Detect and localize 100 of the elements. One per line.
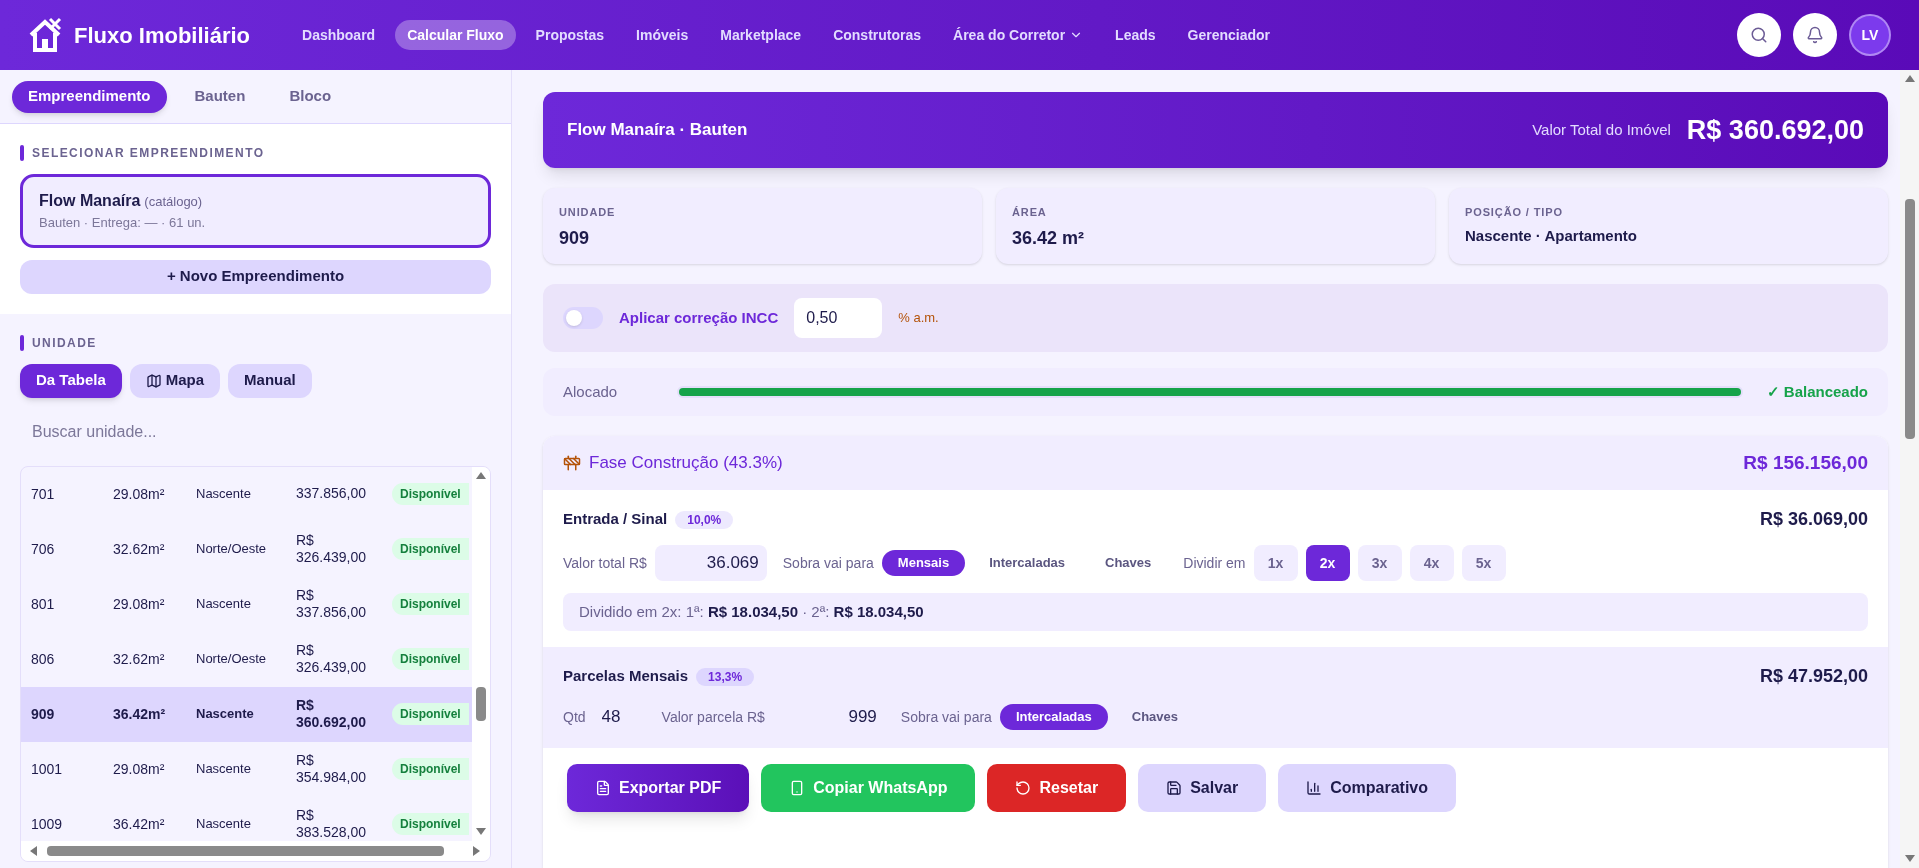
nav-link[interactable]: Dashboard [290, 20, 388, 50]
split-option[interactable]: 4x [1409, 545, 1454, 581]
split-option[interactable]: 5x [1461, 545, 1506, 581]
nav-link[interactable]: Gerenciador [1175, 20, 1283, 50]
unit-row[interactable]: 1001 29.08m² Nascente R$ 354.984,00 Disponível [21, 741, 472, 797]
scrollbar-thumb[interactable] [47, 845, 444, 856]
area-cell-text: 29.08m² [113, 759, 166, 779]
nav-link[interactable]: Construtoras [821, 20, 934, 50]
leftover-option[interactable]: Intercaladas [973, 550, 1082, 576]
action-button[interactable]: Salvar [1138, 764, 1267, 812]
unit-row[interactable]: 909 36.42m² Nascente R$ 360.692,00 Disponível [21, 686, 472, 742]
action-button[interactable]: Exportar PDF [567, 764, 750, 812]
unit-row[interactable]: 706 32.62m² Norte/Oeste R$ 326.439,00 Disponível [21, 521, 472, 577]
scroll-down-arrow-icon[interactable] [476, 826, 486, 837]
info-label: ÁREA [1012, 205, 1048, 220]
status-badge: Disponível [392, 813, 469, 835]
incc-unit: % a.m. [898, 309, 939, 328]
map-icon [145, 372, 162, 389]
search-button[interactable] [1737, 13, 1781, 57]
incc-label: Aplicar correção INCC [619, 307, 779, 328]
scrollbar-thumb[interactable] [1904, 199, 1915, 439]
leftover-option[interactable]: Chaves [1089, 550, 1168, 576]
price-cell-text: R$ 326.439,00 [296, 641, 368, 677]
action-button[interactable]: Comparativo [1278, 764, 1456, 812]
split-option[interactable]: 3x [1357, 545, 1402, 581]
project-tag: (catálogo) [144, 192, 203, 212]
summary-title: Flow Manaíra · Bauten [567, 119, 748, 142]
file-icon [595, 780, 611, 796]
nav-link[interactable]: Marketplace [708, 20, 814, 50]
entrada-value-field[interactable]: 36.069 [654, 545, 767, 581]
info-value: Nascente · Apartamento [1465, 225, 1638, 246]
unit-row[interactable]: 1009 36.42m² Nascente R$ 383.528,00 Disponível [21, 796, 472, 841]
leftover-option[interactable]: Mensais [881, 550, 966, 576]
unit-row[interactable]: 806 32.62m² Norte/Oeste R$ 326.439,00 Disponível [21, 631, 472, 687]
bell-icon [1806, 26, 1824, 44]
nav-link[interactable]: Propostas [523, 20, 617, 50]
unit-search-field[interactable]: Buscar unidade... [20, 409, 491, 454]
field-label: Dividir em [1183, 553, 1246, 573]
sidebar-tab[interactable]: Bauten [178, 80, 262, 113]
vertical-scrollbar[interactable] [472, 466, 490, 841]
area-cell-text: 36.42m² [113, 704, 167, 724]
action-button[interactable]: Resetar [987, 764, 1127, 812]
phase-title: Fase Construção (43.3%) [589, 452, 783, 475]
scroll-right-arrow-icon[interactable] [472, 845, 482, 856]
price-cell-text: R$ 383.528,00 [296, 806, 368, 841]
status-badge: Disponível [392, 483, 469, 505]
nav-link[interactable]: Calcular Fluxo [395, 20, 516, 50]
field-label: Sobra vai para [900, 707, 992, 727]
price-cell-text: R$ 354.984,00 [296, 751, 368, 787]
nav-link[interactable]: Área do Corretor [941, 20, 1096, 50]
unit-cell-text: 1009 [31, 814, 64, 834]
percent-badge: 10,0% [675, 510, 734, 529]
project-meta: Bauten · Entrega: — · 61 un. [39, 214, 207, 232]
unit-source-tab[interactable]: Mapa [129, 363, 221, 398]
user-avatar[interactable]: LV [1849, 14, 1891, 56]
floppy-icon [1166, 780, 1183, 796]
construction-icon [563, 454, 581, 472]
incc-rate-field[interactable]: 0,50 [794, 298, 883, 338]
mensais-title: Parcelas Mensais [563, 666, 689, 687]
scroll-up-arrow-icon[interactable] [1904, 74, 1915, 84]
info-value: 36.42 m² [1012, 226, 1086, 250]
bar-chart-icon [1306, 780, 1323, 796]
entrada-amount: R$ 36.069,00 [1759, 508, 1868, 531]
unit-cell-text: 1001 [31, 759, 64, 779]
split-option[interactable]: 1x [1253, 545, 1298, 581]
sidebar-tab[interactable]: Bloco [273, 80, 348, 113]
position-cell-text: Norte/Oeste [196, 650, 268, 669]
scroll-down-arrow-icon[interactable] [1904, 854, 1915, 864]
area-cell-text: 29.08m² [113, 484, 166, 504]
scrollbar-thumb[interactable] [476, 686, 486, 721]
leftover-option[interactable]: Intercaladas [999, 704, 1108, 730]
incc-toggle[interactable] [563, 307, 603, 329]
scroll-left-arrow-icon[interactable] [29, 845, 39, 856]
position-cell-text: Norte/Oeste [196, 540, 268, 559]
notifications-button[interactable] [1793, 13, 1837, 57]
status-badge: Disponível [392, 593, 469, 615]
info-label: UNIDADE [559, 205, 617, 220]
brand-name: Fluxo Imobiliário [74, 21, 250, 50]
leftover-option[interactable]: Chaves [1115, 704, 1194, 730]
unit-source-tab[interactable]: Manual [228, 363, 312, 398]
horizontal-scrollbar[interactable] [21, 840, 490, 861]
unit-row[interactable]: 701 29.08m² Nascente 337.856,00 Disponível [21, 466, 472, 522]
price-cell-text: R$ 326.439,00 [296, 531, 368, 567]
house-logo-icon [28, 17, 62, 53]
nav-link[interactable]: Leads [1103, 20, 1168, 50]
unit-row[interactable]: 801 29.08m² Nascente R$ 337.856,00 Disponível [21, 576, 472, 632]
page-scrollbar[interactable] [1900, 70, 1919, 868]
unit-source-tab[interactable]: Da Tabela [20, 363, 122, 398]
installment-value-field[interactable]: 999 [772, 702, 885, 732]
position-cell-text: Nascente [196, 485, 252, 504]
sidebar-tab[interactable]: Empreendimento [12, 80, 167, 113]
new-project-button[interactable]: + Novo Empreendimento [20, 259, 491, 294]
project-card[interactable]: Flow Manaíra (catálogo) Bauten · Entrega: — · 61 un. [20, 174, 491, 248]
scroll-up-arrow-icon[interactable] [476, 470, 486, 481]
section-title: SELECIONAR EMPREENDIMENTO [32, 145, 265, 162]
nav-link[interactable]: Imóveis [624, 20, 701, 50]
status-badge: Disponível [392, 648, 469, 670]
quantity-field[interactable]: 48 [593, 702, 654, 732]
total-label: Valor Total do Imóvel [1532, 119, 1671, 140]
split-option[interactable]: 2x [1305, 545, 1350, 581]
